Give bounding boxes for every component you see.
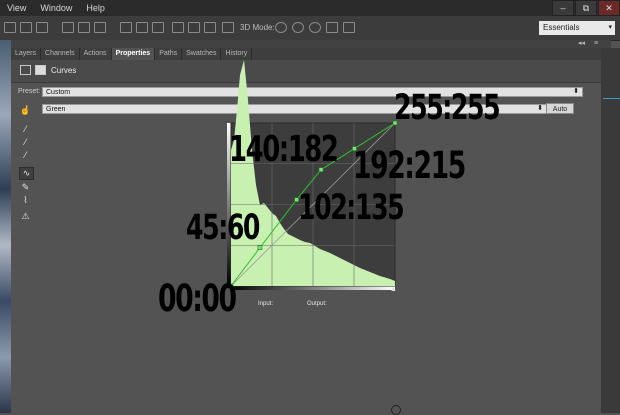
right-panel-edge [601,48,620,413]
annotation-102-135: 102:135 [298,188,405,228]
annotation-140-182: 140:182 [229,129,339,170]
annotation-00-00: 00:00 [158,277,237,320]
annotation-192-215: 192:215 [353,144,466,187]
annotation-45-60: 45:60 [186,208,260,248]
annotation-255-255: 255:255 [394,88,501,128]
scroll-knob[interactable] [391,405,401,415]
panel-accent-line [603,98,620,99]
